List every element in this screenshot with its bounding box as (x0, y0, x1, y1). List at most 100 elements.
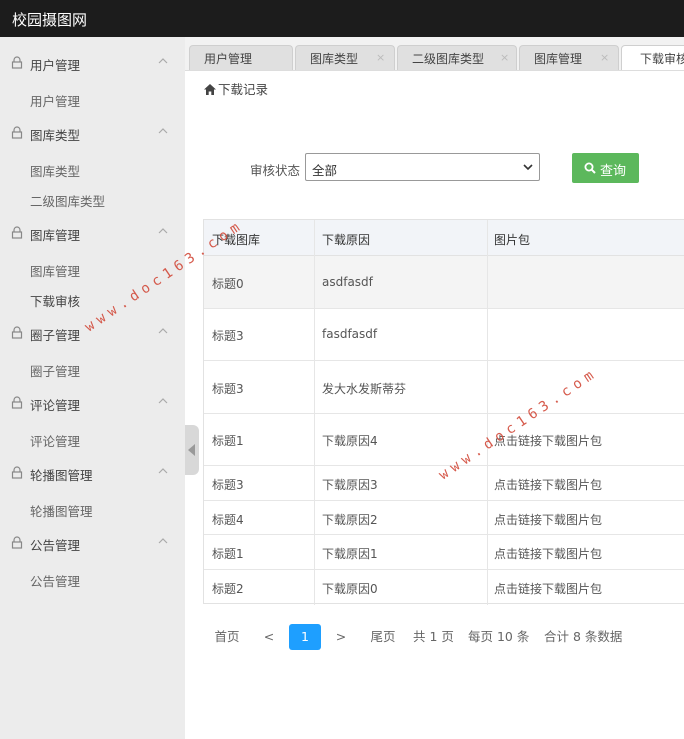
download-table: 下载图库 下载原因 图片包 标题0 asdfasdf 标题3 fasdfasdf… (203, 219, 684, 605)
breadcrumb: 下载记录 (204, 79, 268, 98)
chevron-left-icon (188, 444, 195, 456)
lock-icon (11, 466, 23, 479)
cell-gallery: 标题0 (212, 277, 244, 291)
per-page: 每页 10 条 (468, 629, 530, 644)
lock-icon (11, 326, 23, 339)
table-row: 标题3 发大水发斯蒂芬 (204, 361, 684, 414)
sidebar-item-download-review[interactable]: 下载审核 (30, 291, 80, 310)
sidebar-item-gallery-type[interactable]: 图库类型 (30, 161, 80, 180)
cell-gallery: 标题4 (212, 513, 244, 527)
tab-download-review[interactable]: 下载审核 (621, 45, 684, 70)
sidebar-group-label: 圈子管理 (30, 328, 81, 343)
total-pages: 共 1 页 (413, 629, 454, 644)
sidebar-group-label: 轮播图管理 (30, 468, 93, 483)
cell-package-link[interactable]: 点击链接下载图片包 (494, 511, 602, 528)
lock-icon (11, 56, 23, 69)
cell-gallery: 标题2 (212, 582, 244, 596)
close-icon[interactable]: × (500, 51, 509, 64)
lock-icon (11, 226, 23, 239)
cell-reason: fasdfasdf (322, 327, 378, 341)
table-header: 下载图库 下载原因 图片包 (204, 220, 684, 256)
sidebar-item-notice-manage[interactable]: 公告管理 (30, 571, 80, 590)
column-divider (314, 220, 315, 605)
sidebar-collapse-handle[interactable] (185, 425, 199, 475)
sidebar-item-circle-manage[interactable]: 圈子管理 (30, 361, 80, 380)
lock-icon (11, 126, 23, 139)
prev-page-link[interactable]: < (259, 624, 279, 650)
cell-package-link[interactable]: 点击链接下载图片包 (494, 580, 602, 597)
lock-icon (11, 536, 23, 549)
sidebar-group-comment[interactable]: 评论管理 (0, 391, 185, 415)
first-page-link[interactable]: 首页 (207, 624, 247, 650)
app-title: 校园摄图网 (12, 11, 88, 29)
column-divider (487, 220, 488, 605)
sidebar: 用户管理 用户管理 图库类型 图库类型 二级图库类型 图库管理 图库管理 下载审… (0, 37, 185, 739)
cell-gallery: 标题1 (212, 434, 244, 448)
sidebar-group-carousel[interactable]: 轮播图管理 (0, 461, 185, 485)
tab-gallery-manage[interactable]: 图库管理 × (519, 45, 619, 70)
column-header: 下载原因 (322, 233, 371, 247)
current-page[interactable]: 1 (289, 624, 321, 650)
close-icon[interactable]: × (376, 51, 385, 64)
tab-gallery-type[interactable]: 图库类型 × (295, 45, 395, 70)
tab-sub-gallery-type[interactable]: 二级图库类型 × (397, 45, 517, 70)
sidebar-item-carousel-manage[interactable]: 轮播图管理 (30, 501, 93, 520)
filter-label: 审核状态 (250, 163, 301, 178)
next-page-link[interactable]: > (331, 624, 351, 650)
total-records: 合计 8 条数据 (544, 629, 623, 644)
last-page-link[interactable]: 尾页 (363, 624, 403, 650)
cell-reason: 下载原因3 (322, 478, 378, 492)
cell-reason: 发大水发斯蒂芬 (322, 382, 407, 396)
sidebar-item-comment-manage[interactable]: 评论管理 (30, 431, 80, 450)
chevron-up-icon (158, 58, 168, 64)
query-button[interactable]: 查询 (572, 153, 639, 183)
cell-reason: 下载原因0 (322, 582, 378, 596)
query-button-label: 查询 (600, 164, 627, 179)
sidebar-group-gallery-type[interactable]: 图库类型 (0, 121, 185, 145)
chevron-up-icon (158, 538, 168, 544)
tab-label: 图库类型 (310, 52, 359, 66)
cell-reason: asdfasdf (322, 275, 373, 289)
chevron-up-icon (158, 128, 168, 134)
breadcrumb-label: 下载记录 (218, 82, 269, 97)
select-value: 全部 (312, 163, 338, 178)
close-icon[interactable]: × (600, 51, 609, 64)
cell-gallery: 标题3 (212, 382, 244, 396)
tab-user-manage[interactable]: 用户管理 (189, 45, 293, 70)
chevron-up-icon (158, 398, 168, 404)
search-icon (584, 162, 596, 174)
cell-reason: 下载原因1 (322, 547, 378, 561)
review-status-select[interactable]: 全部 (305, 153, 540, 181)
home-icon (204, 84, 216, 95)
lock-icon (11, 396, 23, 409)
top-bar: 校园摄图网 (0, 0, 684, 37)
sidebar-item-sub-gallery-type[interactable]: 二级图库类型 (30, 191, 105, 210)
table-row: 标题1 下载原因4 点击链接下载图片包 (204, 414, 684, 466)
chevron-down-icon (523, 164, 533, 171)
cell-package-link[interactable]: 点击链接下载图片包 (494, 476, 602, 493)
table-row: 标题1 下载原因1 点击链接下载图片包 (204, 535, 684, 570)
cell-gallery: 标题3 (212, 478, 244, 492)
cell-gallery: 标题3 (212, 329, 244, 343)
chevron-up-icon (158, 228, 168, 234)
table-row: 标题4 下载原因2 点击链接下载图片包 (204, 501, 684, 535)
tab-label: 下载审核 (640, 52, 684, 66)
sidebar-group-label: 图库类型 (30, 128, 81, 143)
sidebar-group-gallery-manage[interactable]: 图库管理 (0, 221, 185, 245)
sidebar-group-label: 用户管理 (30, 58, 81, 73)
sidebar-group-label: 评论管理 (30, 398, 81, 413)
sidebar-item-gallery-manage[interactable]: 图库管理 (30, 261, 80, 280)
column-header: 图片包 (494, 233, 531, 247)
tab-bar: 用户管理 图库类型 × 二级图库类型 × 图库管理 × 下载审核 (185, 37, 684, 71)
cell-package-link[interactable]: 点击链接下载图片包 (494, 545, 602, 562)
table-row: 标题2 下载原因0 点击链接下载图片包 (204, 570, 684, 604)
tab-label: 图库管理 (534, 52, 583, 66)
sidebar-group-user[interactable]: 用户管理 (0, 51, 185, 75)
sidebar-group-notice[interactable]: 公告管理 (0, 531, 185, 555)
chevron-up-icon (158, 328, 168, 334)
cell-gallery: 标题1 (212, 547, 244, 561)
cell-reason: 下载原因2 (322, 513, 378, 527)
table-row: 标题3 fasdfasdf (204, 309, 684, 361)
chevron-up-icon (158, 468, 168, 474)
sidebar-item-user-manage[interactable]: 用户管理 (30, 91, 80, 110)
